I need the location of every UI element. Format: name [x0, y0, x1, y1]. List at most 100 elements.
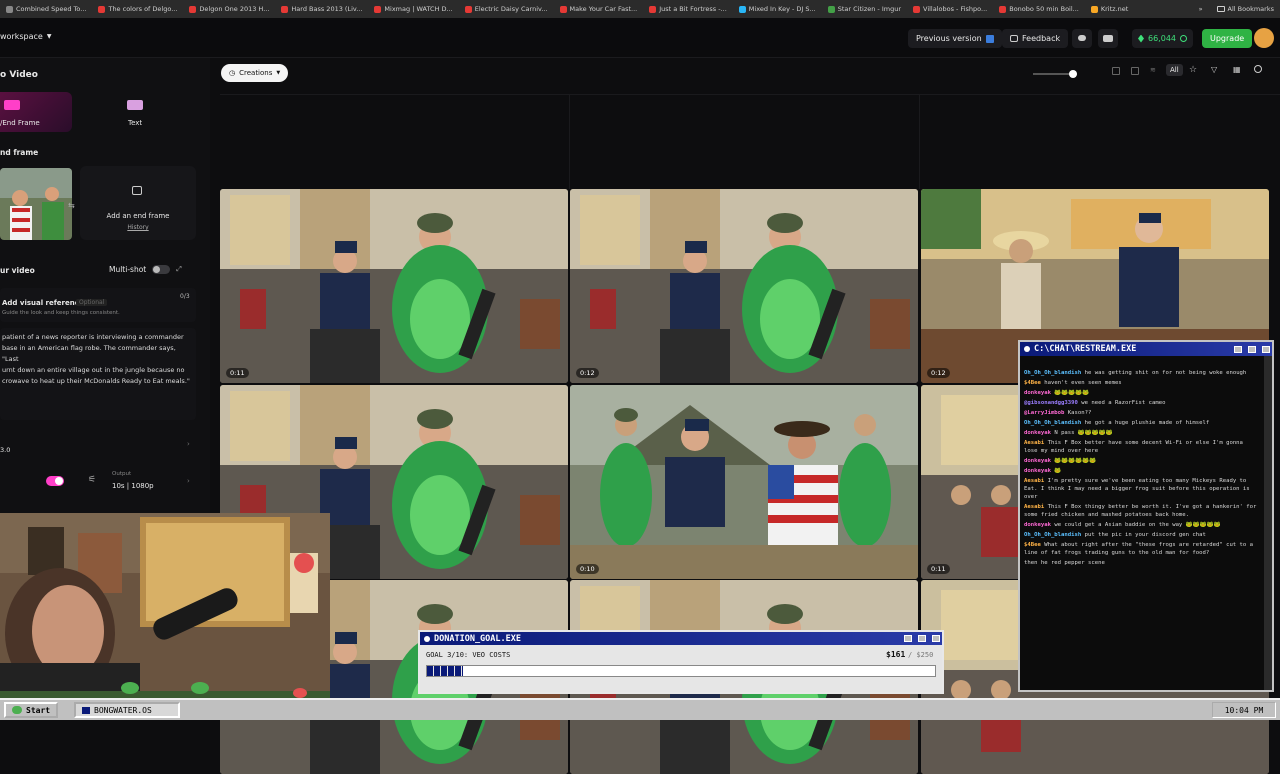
- chat-text: haven't even seen memes: [1044, 380, 1122, 386]
- upgrade-button[interactable]: Upgrade: [1202, 29, 1253, 48]
- youtube-button[interactable]: [1098, 29, 1118, 48]
- goal-label: GOAL 3/10: VEO COSTS: [426, 651, 511, 659]
- funnel-icon[interactable]: ▽: [1211, 65, 1217, 74]
- favicon-icon: [6, 5, 13, 13]
- mode-text-tab[interactable]: Text: [110, 92, 160, 132]
- output-value[interactable]: 10s | 1080p: [112, 482, 154, 490]
- youtube-icon: [1103, 35, 1113, 42]
- credits-icon: [1138, 34, 1144, 43]
- filter-all-tab[interactable]: All: [1166, 64, 1183, 76]
- avatar[interactable]: [1254, 28, 1274, 48]
- frog-icon: [12, 706, 22, 714]
- chevron-down-icon: ▼: [276, 70, 281, 76]
- bookmark-item[interactable]: Kritz.net: [1085, 5, 1134, 13]
- chat-message: Oh_Oh_Oh_blandish put the pic in your di…: [1020, 530, 1262, 540]
- text-mode-icon: [127, 100, 143, 110]
- chat-username: Oh_Oh_Oh_blandish: [1024, 420, 1082, 426]
- mode-frame-label: /End Frame: [0, 119, 40, 127]
- discord-button[interactable]: [1072, 29, 1092, 48]
- bookmark-item[interactable]: Make Your Car Fast...: [554, 5, 644, 13]
- bookmark-label: Hard Bass 2013 (Liv...: [291, 5, 363, 13]
- end-frame-heading: nd frame: [0, 148, 39, 157]
- chat-text: 🐸: [1054, 468, 1062, 474]
- bookmarks-more-icon[interactable]: »: [1191, 5, 1211, 13]
- bookmark-item[interactable]: Hard Bass 2013 (Liv...: [275, 5, 368, 13]
- bookmark-item[interactable]: Bonobo 50 min Boil...: [993, 5, 1085, 13]
- bookmark-item[interactable]: Combined Speed To...: [0, 5, 92, 13]
- start-frame-thumbnail[interactable]: [0, 168, 72, 240]
- bookmark-label: The colors of Delgo...: [108, 5, 178, 13]
- multishot-toggle[interactable]: Multi-shot ⤢: [109, 265, 182, 274]
- start-button[interactable]: Start: [4, 702, 59, 718]
- previous-version-button[interactable]: Previous version: [908, 29, 1002, 48]
- bookmark-item[interactable]: Delgon One 2013 H...: [183, 5, 275, 13]
- credits-value: 66,044: [1148, 34, 1176, 43]
- audio-toggle[interactable]: [46, 476, 64, 486]
- chat-message: @LarryJimbob Kason??: [1020, 408, 1262, 418]
- chat-message: donkeyak 🐸🐸🐸🐸🐸: [1020, 388, 1262, 398]
- favicon-icon: [464, 5, 472, 13]
- bookmark-item[interactable]: Star Citizen - Imgur: [822, 5, 907, 13]
- bookmark-item[interactable]: Mixed In Key - DJ S...: [733, 5, 822, 13]
- video-thumbnail[interactable]: 0:12: [570, 189, 918, 383]
- image-filter-icon[interactable]: [1112, 67, 1120, 75]
- bookmark-item[interactable]: The colors of Delgo...: [92, 5, 183, 13]
- maximize-button[interactable]: [918, 635, 926, 642]
- expand-icon[interactable]: ⤢: [176, 265, 182, 274]
- visual-references-box[interactable]: Add visual references Optional Guide the…: [0, 288, 196, 322]
- credits-display[interactable]: 66,044: [1132, 29, 1193, 48]
- bookmark-item[interactable]: Mixmag | WATCH D...: [368, 5, 458, 13]
- mode-frame-tab[interactable]: /End Frame: [0, 92, 72, 132]
- prompt-textarea[interactable]: patient of a news reporter is interviewi…: [0, 328, 196, 420]
- taskbar-item[interactable]: BONGWATER.OS: [74, 702, 180, 718]
- chat-message: Aesabi I'm pretty sure we've been eating…: [1020, 476, 1262, 502]
- swap-icon[interactable]: ⇆: [68, 201, 75, 210]
- workspace-selector[interactable]: workspace ▼: [0, 32, 51, 41]
- grid-icon[interactable]: ▦: [1233, 65, 1241, 74]
- model-selector[interactable]: 3.0 ›: [0, 435, 196, 457]
- visual-refs-label: Add visual references: [2, 299, 88, 307]
- minimize-button[interactable]: [904, 635, 912, 642]
- app-dot-icon: [1024, 346, 1030, 352]
- window-icon: [82, 706, 90, 714]
- generation-panel: o Video /End Frame Text nd frame ⇆ Add a…: [0, 58, 210, 518]
- chat-text: we need a RazorFist cameo: [1081, 400, 1166, 406]
- bookmark-label: Villalobos - Fishpo...: [923, 5, 988, 13]
- feedback-button[interactable]: Feedback: [1002, 29, 1069, 48]
- all-bookmarks-link[interactable]: All Bookmarks: [1211, 5, 1280, 13]
- zoom-slider[interactable]: [1033, 70, 1077, 78]
- creations-label: Creations: [239, 69, 273, 77]
- video-thumbnail[interactable]: 0:11: [220, 189, 568, 383]
- video-filter-icon[interactable]: [1131, 67, 1139, 75]
- toggle-switch[interactable]: [152, 265, 171, 274]
- app-dot-icon: [424, 635, 430, 642]
- zoom-slider-handle[interactable]: [1069, 70, 1077, 78]
- donation-titlebar[interactable]: DONATION_GOAL.EXE: [420, 632, 942, 645]
- chat-text: What about right after the "these frogs …: [1024, 542, 1254, 556]
- chat-text: he was getting shit on for not being wok…: [1084, 370, 1247, 376]
- video-thumbnail[interactable]: 0:10: [570, 385, 918, 579]
- star-icon[interactable]: ☆: [1189, 65, 1197, 75]
- chat-username: @LarryJimbob: [1024, 410, 1065, 416]
- close-button[interactable]: [932, 635, 940, 642]
- chat-titlebar[interactable]: C:\CHAT\RESTREAM.EXE: [1020, 342, 1272, 356]
- maximize-button[interactable]: [1248, 345, 1256, 353]
- creations-dropdown[interactable]: ◷ Creations ▼: [221, 64, 289, 82]
- audio-filter-icon[interactable]: ≋: [1150, 66, 1156, 74]
- bookmark-item[interactable]: Electric Daisy Carniv...: [459, 5, 554, 13]
- chat-scrollbar[interactable]: [1264, 356, 1272, 690]
- donation-title: DONATION_GOAL.EXE: [434, 633, 521, 644]
- add-end-frame-button[interactable]: Add an end frame History: [80, 166, 196, 240]
- model-label: 3.0: [0, 446, 11, 454]
- sliders-icon[interactable]: ⚟: [88, 475, 96, 485]
- search-icon[interactable]: [1254, 65, 1262, 73]
- bookmark-item[interactable]: Just a Bit Fortress -...: [643, 5, 733, 13]
- minimize-button[interactable]: [1234, 345, 1242, 353]
- system-clock[interactable]: 10:04 PM: [1212, 702, 1276, 718]
- chat-username: Aesabi: [1024, 504, 1045, 510]
- chat-username: donkeyak: [1024, 458, 1051, 464]
- bookmark-item[interactable]: Villalobos - Fishpo...: [907, 5, 993, 13]
- chat-text: Kason??: [1067, 410, 1092, 416]
- close-button[interactable]: [1262, 345, 1270, 353]
- history-link[interactable]: History: [80, 224, 196, 231]
